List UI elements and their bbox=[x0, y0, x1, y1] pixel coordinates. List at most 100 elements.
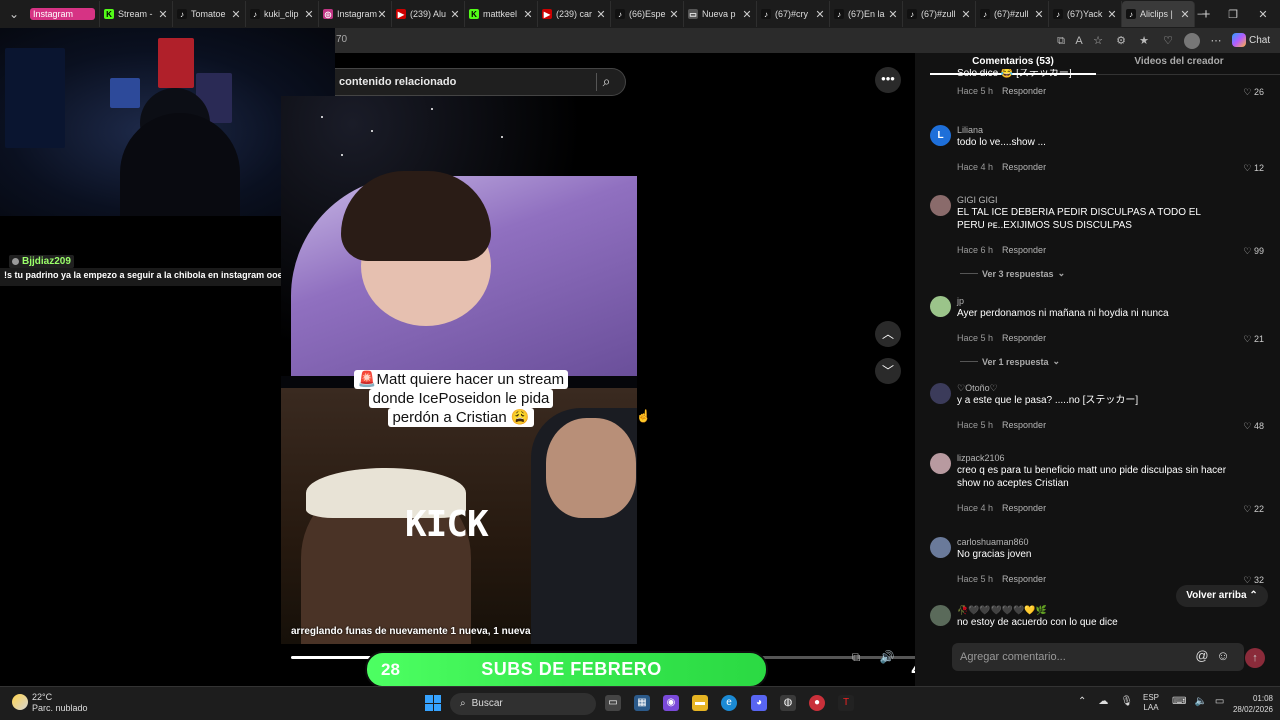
comment-avatar[interactable]: L bbox=[930, 125, 951, 146]
browser-tab[interactable]: ♪ (67)#zull ✕ bbox=[976, 1, 1049, 27]
browser-tab[interactable]: ♪ (67)#zull ✕ bbox=[903, 1, 976, 27]
like-button[interactable]: ♡ 26 bbox=[1243, 87, 1264, 98]
discord-icon[interactable]: ◕ bbox=[751, 695, 767, 711]
copilot-chat-button[interactable]: Chat bbox=[1232, 31, 1278, 49]
reply-button[interactable]: Responder bbox=[1002, 245, 1046, 255]
mic-icon[interactable]: 🎙 bbox=[1120, 696, 1133, 707]
reply-button[interactable]: Responder bbox=[1002, 162, 1046, 172]
previous-video-button[interactable]: ︿ bbox=[875, 321, 901, 347]
browser-tab[interactable]: Instagram bbox=[26, 1, 100, 27]
store-icon[interactable]: ▦ bbox=[634, 695, 650, 711]
maximize-icon[interactable]: ❐ bbox=[1218, 0, 1248, 28]
heart-monitor-icon[interactable]: ♡ bbox=[1160, 33, 1176, 49]
close-tab-icon[interactable]: ✕ bbox=[815, 8, 825, 21]
browser-tab[interactable]: ♪ (67)Yack ✕ bbox=[1049, 1, 1122, 27]
obs-icon[interactable]: ● bbox=[809, 695, 825, 711]
browser-tab[interactable]: ♪ (67)#cry ✕ bbox=[757, 1, 830, 27]
emoji-icon[interactable]: ☺ bbox=[1215, 648, 1231, 666]
reply-button[interactable]: Responder bbox=[1002, 86, 1046, 96]
close-tab-icon[interactable]: ✕ bbox=[450, 8, 460, 21]
comment-username[interactable]: 🥀🖤🖤🖤🖤🖤💛🌿 bbox=[957, 605, 1047, 616]
comment-username[interactable]: jp bbox=[957, 296, 964, 306]
like-button[interactable]: ♡ 12 bbox=[1243, 163, 1264, 174]
search-icon[interactable]: ⌕ bbox=[596, 73, 616, 91]
address-bar-text[interactable]: 70 bbox=[336, 34, 347, 45]
browser-tab[interactable]: Kmattkeel ✕ bbox=[465, 1, 538, 27]
copilot-app-icon[interactable]: ◉ bbox=[663, 695, 679, 711]
comment-avatar[interactable] bbox=[930, 383, 951, 404]
close-tab-icon[interactable]: ✕ bbox=[304, 8, 314, 21]
reply-button[interactable]: Responder bbox=[1002, 503, 1046, 513]
file-explorer-icon[interactable]: ▬ bbox=[692, 695, 708, 711]
like-button[interactable]: ♡ 48 bbox=[1243, 421, 1264, 432]
taskbar-clock[interactable]: 01:08 28/02/2026 bbox=[1225, 693, 1273, 715]
taskbar-search[interactable]: ⌕ Buscar bbox=[450, 693, 596, 715]
next-video-button[interactable]: ﹀ bbox=[875, 358, 901, 384]
open-in-app-icon[interactable]: ⧉ bbox=[1053, 33, 1069, 49]
view-replies-button[interactable]: Ver 3 respuestas ⌄ bbox=[960, 268, 1065, 279]
app-icon[interactable]: ◍ bbox=[780, 695, 796, 711]
like-button[interactable]: ♡ 99 bbox=[1243, 246, 1264, 257]
reply-button[interactable]: Responder bbox=[1002, 420, 1046, 430]
browser-tab[interactable]: ♪ Tomatoe ✕ bbox=[173, 1, 246, 27]
tab-actions-icon[interactable]: ⌄ bbox=[2, 2, 26, 26]
close-tab-icon[interactable]: ✕ bbox=[523, 8, 533, 21]
weather-widget[interactable]: 22°C Parc. nublado bbox=[12, 692, 88, 714]
favorites-icon[interactable]: ★ bbox=[1136, 33, 1152, 49]
browser-tab[interactable]: K Stream - ✕ bbox=[100, 1, 173, 27]
translate-icon[interactable]: A bbox=[1071, 33, 1087, 49]
browser-tab[interactable]: ▶ (239) car ✕ bbox=[538, 1, 611, 27]
like-button[interactable]: ♡ 22 bbox=[1243, 504, 1264, 515]
progress-bar[interactable] bbox=[291, 656, 371, 659]
edge-browser-icon[interactable]: e bbox=[721, 695, 737, 711]
browser-tab[interactable]: ▶ (239) Alu ✕ bbox=[392, 1, 465, 27]
comment-username[interactable]: carloshuaman860 bbox=[957, 537, 1029, 547]
windows-start-icon[interactable] bbox=[425, 695, 441, 711]
browser-tab[interactable]: ♪ (67)En la ✕ bbox=[830, 1, 903, 27]
close-tab-icon[interactable]: ✕ bbox=[1034, 8, 1044, 21]
comment-avatar[interactable] bbox=[930, 605, 951, 626]
close-tab-icon[interactable]: ✕ bbox=[377, 8, 387, 21]
close-tab-icon[interactable]: ✕ bbox=[961, 8, 971, 21]
profile-avatar-icon[interactable] bbox=[1184, 33, 1200, 49]
comment-avatar[interactable] bbox=[930, 453, 951, 474]
comment-username[interactable]: Liliana bbox=[957, 125, 983, 135]
task-view-icon[interactable]: ▭ bbox=[605, 695, 621, 711]
back-to-top-button[interactable]: Volver arriba ⌃ bbox=[1176, 585, 1268, 607]
browser-tab[interactable]: ♪ Aliclips | ✕ bbox=[1122, 1, 1195, 27]
app-tf-icon[interactable]: T bbox=[838, 695, 854, 711]
comment-avatar[interactable] bbox=[930, 537, 951, 558]
favorite-star-icon[interactable]: ☆ bbox=[1090, 33, 1106, 49]
onedrive-icon[interactable]: ☁ bbox=[1098, 696, 1108, 707]
reply-button[interactable]: Responder bbox=[1002, 574, 1046, 584]
extensions-icon[interactable]: ⚙ bbox=[1113, 33, 1129, 49]
pip-icon[interactable]: ⧉ bbox=[846, 650, 866, 668]
comment-avatar[interactable] bbox=[930, 296, 951, 317]
comment-avatar[interactable] bbox=[930, 195, 951, 216]
close-window-icon[interactable]: ✕ bbox=[1248, 0, 1278, 28]
more-menu-icon[interactable]: ⋯ bbox=[1208, 33, 1224, 49]
comment-username[interactable]: ♡Otoño♡ bbox=[957, 383, 998, 394]
language-indicator[interactable]: ESP LAA bbox=[1143, 693, 1159, 713]
view-replies-button[interactable]: Ver 1 respuesta ⌄ bbox=[960, 356, 1060, 367]
comment-username[interactable]: lizpack2106 bbox=[957, 453, 1005, 463]
browser-tab[interactable]: ◎ Instagram ✕ bbox=[319, 1, 392, 27]
close-tab-icon[interactable]: ✕ bbox=[596, 8, 606, 21]
close-tab-icon[interactable]: ✕ bbox=[158, 8, 168, 21]
minimize-icon[interactable]: — bbox=[1188, 0, 1218, 28]
close-tab-icon[interactable]: ✕ bbox=[888, 8, 898, 21]
browser-tab[interactable]: ▭ Nueva p ✕ bbox=[684, 1, 757, 27]
volume-icon[interactable]: 🔊 bbox=[877, 650, 897, 668]
close-tab-icon[interactable]: ✕ bbox=[231, 8, 241, 21]
tray-chevron-icon[interactable]: ⌃ bbox=[1078, 696, 1086, 707]
browser-tab[interactable]: ♪ (66)Espe ✕ bbox=[611, 1, 684, 27]
related-search-bar[interactable]: contenido relacionado bbox=[335, 68, 626, 96]
tray-status[interactable]: ⌨ 🔈 ▭ bbox=[1172, 696, 1224, 707]
send-comment-button[interactable]: ↑ bbox=[1245, 648, 1265, 668]
mention-icon[interactable]: @ bbox=[1194, 648, 1210, 666]
close-tab-icon[interactable]: ✕ bbox=[669, 8, 679, 21]
like-button[interactable]: ♡ 21 bbox=[1243, 334, 1264, 345]
more-options-button[interactable]: ••• bbox=[875, 67, 901, 93]
comment-username[interactable]: GIGI GIGI bbox=[957, 195, 998, 205]
close-tab-icon[interactable]: ✕ bbox=[1107, 8, 1117, 21]
